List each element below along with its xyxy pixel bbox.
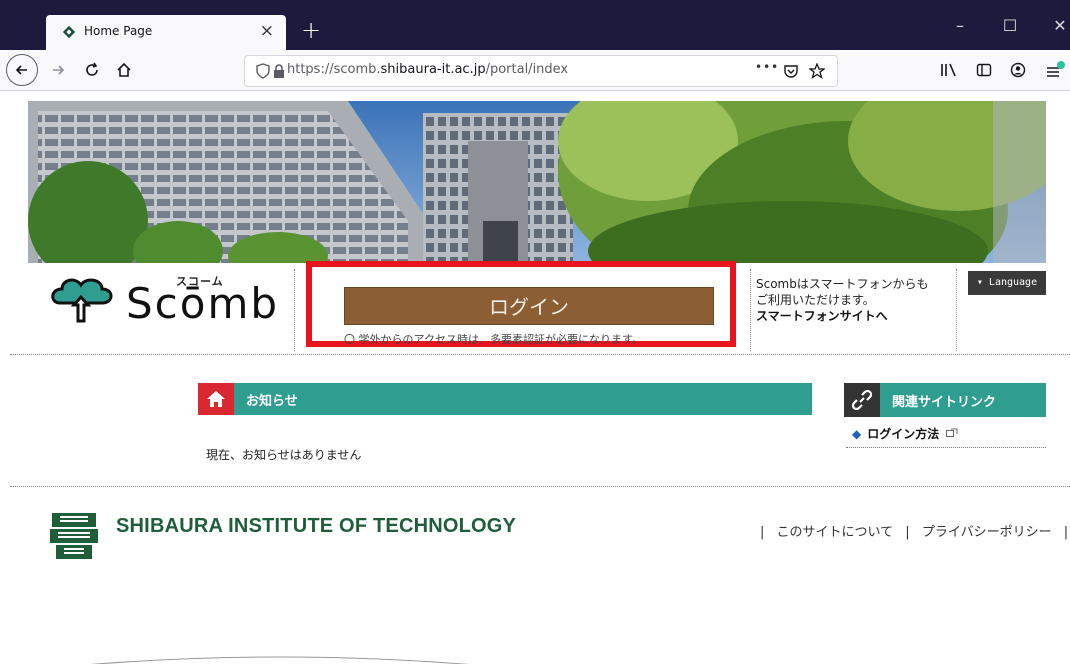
minimize-window-button[interactable]: –: [940, 14, 980, 38]
diamond-bullet-icon: ◆: [852, 427, 862, 441]
footer-links: | このサイトについて | プライバシーポリシー |: [756, 521, 1070, 540]
menu-icon[interactable]: [1044, 60, 1066, 80]
browser-tab-strip: Home Page × + – ☐ ✕: [0, 0, 1070, 50]
tree-logo-icon: [51, 278, 113, 323]
language-dropdown[interactable]: ▾ Language: [968, 271, 1046, 295]
institute-name[interactable]: SHIBAURA INSTITUTE OF TECHNOLOGY: [116, 515, 516, 538]
campus-banner-image: [28, 101, 1046, 263]
header-divider: [750, 269, 751, 351]
library-icon[interactable]: [940, 62, 958, 78]
related-icon-box: [844, 383, 880, 417]
external-link-icon: [946, 428, 958, 437]
forward-arrow-icon: [53, 65, 65, 75]
maximize-window-button[interactable]: ☐: [990, 14, 1030, 38]
footer-separator: |: [1063, 525, 1069, 540]
pocket-icon[interactable]: [783, 63, 799, 79]
related-link-label: ログイン方法: [867, 427, 940, 441]
about-site-link[interactable]: このサイトについて: [777, 525, 894, 540]
tab-title: Home Page: [84, 24, 153, 38]
sp-notice-line: Scombはスマートフォンからも: [756, 277, 929, 291]
header-divider: [956, 269, 957, 351]
link-icon: [851, 389, 873, 411]
url-text[interactable]: https://scomb.shibaura-it.ac.jp/portal/i…: [287, 62, 568, 77]
privacy-policy-link[interactable]: プライバシーポリシー: [922, 525, 1052, 540]
notices-header: お知らせ: [198, 383, 812, 415]
reload-button[interactable]: [78, 56, 106, 84]
notices-title: お知らせ: [246, 394, 298, 409]
sp-notice-line: ご利用いただけます。: [756, 293, 875, 307]
back-button[interactable]: [6, 54, 38, 86]
footer-separator: |: [905, 525, 910, 540]
smartphone-site-link[interactable]: スマートフォンサイトへ: [756, 308, 956, 324]
reload-icon: [86, 62, 98, 76]
related-links-header: 関連サイトリンク: [844, 383, 1046, 417]
close-window-button[interactable]: ✕: [1040, 14, 1070, 38]
tab-close-icon[interactable]: ×: [260, 21, 274, 41]
forward-button[interactable]: [44, 56, 72, 84]
header-divider: [294, 269, 295, 351]
address-bar[interactable]: https://scomb.shibaura-it.ac.jp/portal/i…: [244, 55, 838, 87]
related-links-title: 関連サイトリンク: [892, 395, 997, 410]
browser-tab[interactable]: Home Page ×: [46, 15, 286, 50]
login-highlight-frame: ログイン 〇 学外からのアクセス時は、多要素認証が必要になります。: [306, 261, 736, 347]
account-icon[interactable]: [1010, 62, 1026, 78]
login-button[interactable]: ログイン: [344, 287, 714, 325]
new-tab-button[interactable]: +: [296, 15, 326, 45]
scomb-favicon-icon: [62, 25, 76, 39]
home-icon: [117, 62, 131, 77]
home-icon: [207, 391, 225, 407]
section-separator: [10, 354, 1070, 355]
related-link-divider: [846, 447, 1046, 448]
bookmark-star-icon[interactable]: [809, 63, 825, 79]
lock-icon[interactable]: [271, 63, 287, 79]
logo-wordmark: Scōmb: [126, 279, 280, 328]
shibaura-crest-icon[interactable]: [46, 509, 102, 561]
shield-icon[interactable]: [255, 63, 271, 79]
notices-empty-message: 現在、お知らせはありません: [206, 448, 362, 462]
login-method-link[interactable]: ◆ ログイン方法: [852, 425, 958, 442]
section-separator: [10, 486, 1070, 487]
scomb-logo[interactable]: スコーム Scōmb: [46, 273, 296, 333]
footer-separator: |: [760, 525, 765, 540]
sidebar-icon[interactable]: [976, 62, 992, 78]
browser-toolbar: https://scomb.shibaura-it.ac.jp/portal/i…: [0, 50, 1070, 91]
notices-icon-box: [198, 383, 234, 415]
web-page: スコーム Scōmb ログイン 〇 学外からのアクセス時は、多要素認証が必要にな…: [10, 91, 1070, 664]
decorative-curve: [90, 656, 470, 664]
home-button[interactable]: [110, 56, 138, 84]
login-note-text: 〇 学外からのアクセス時は、多要素認証が必要になります。: [344, 333, 643, 346]
page-actions-icon[interactable]: •••: [755, 60, 779, 74]
smartphone-notice: Scombはスマートフォンからも ご利用いただけます。 スマートフォンサイトへ: [756, 276, 956, 324]
back-arrow-icon: [15, 65, 27, 75]
